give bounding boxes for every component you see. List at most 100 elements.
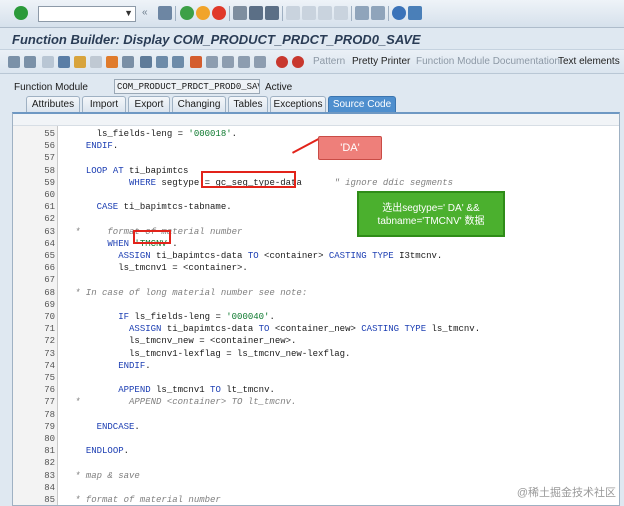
- code-line[interactable]: 59 WHERE segtype = gc_seg_type-data " ig…: [13, 177, 619, 189]
- tab-changing[interactable]: Changing: [172, 96, 226, 112]
- code-text: ls_tmcnv1-lexflag = ls_tmcnv_new-lexflag…: [75, 348, 351, 359]
- pretty-printer-button[interactable]: Pretty Printer: [352, 56, 410, 67]
- code-line[interactable]: 78: [13, 409, 619, 421]
- cancel-icon[interactable]: [212, 6, 226, 20]
- active-inactive-icon[interactable]: [74, 56, 86, 68]
- code-line[interactable]: 73 ls_tmcnv1-lexflag = ls_tmcnv_new-lexf…: [13, 348, 619, 360]
- separator: [282, 6, 283, 21]
- paste-icon[interactable]: [238, 56, 250, 68]
- activate-icon[interactable]: [106, 56, 118, 68]
- code-line[interactable]: 76 APPEND ls_tmcnv1 TO lt_tmcnv.: [13, 384, 619, 396]
- test-icon[interactable]: [122, 56, 134, 68]
- tab-import[interactable]: Import: [82, 96, 126, 112]
- code-line[interactable]: 58 LOOP AT ti_bapimtcs: [13, 165, 619, 177]
- shortcut-icon[interactable]: [371, 6, 385, 20]
- line-number: 60: [44, 190, 55, 200]
- tab-exceptions[interactable]: Exceptions: [270, 96, 326, 112]
- next-page-icon[interactable]: [318, 6, 332, 20]
- code-line[interactable]: 69: [13, 299, 619, 311]
- check-icon[interactable]: [90, 56, 102, 68]
- function-module-field[interactable]: COM_PRODUCT_PRDCT_PROD0_SAVE: [114, 79, 260, 94]
- code-line[interactable]: 66 ls_tmcnv1 = <container>.: [13, 262, 619, 274]
- text-elements-button[interactable]: Text elements: [558, 56, 620, 67]
- highlight-segtype-box: [201, 171, 296, 188]
- separator: [229, 6, 230, 21]
- code-line[interactable]: 71 ASSIGN ti_bapimtcs-data TO <container…: [13, 323, 619, 335]
- session-breakpoint-icon[interactable]: [292, 56, 304, 68]
- code-line[interactable]: 82: [13, 457, 619, 469]
- breakpoint-icon[interactable]: [276, 56, 288, 68]
- code-line[interactable]: 67: [13, 274, 619, 286]
- tab-attributes[interactable]: Attributes: [26, 96, 80, 112]
- where-used-icon[interactable]: [140, 56, 152, 68]
- code-line[interactable]: 81 ENDLOOP.: [13, 445, 619, 457]
- code-line[interactable]: 79 ENDCASE.: [13, 421, 619, 433]
- line-number: 69: [44, 299, 55, 310]
- display-object-list-icon[interactable]: [156, 56, 168, 68]
- note-box: 选出segtype=' DA' && tabname='TMCNV' 数据: [357, 191, 505, 237]
- find-icon[interactable]: [249, 6, 263, 20]
- line-number: 70: [44, 312, 55, 322]
- code-line[interactable]: 80: [13, 433, 619, 445]
- code-line[interactable]: 77 * APPEND <container> TO lt_tmcnv.: [13, 396, 619, 408]
- forward-arrow-icon[interactable]: [24, 56, 36, 68]
- save-icon[interactable]: [158, 6, 172, 20]
- code-line[interactable]: 63 * format of material number: [13, 226, 619, 238]
- code-line[interactable]: 56 ENDIF.: [13, 140, 619, 152]
- line-number: 77: [44, 397, 55, 408]
- new-session-icon[interactable]: [355, 6, 369, 20]
- note-line-2: tabname='TMCNV' 数据: [377, 216, 485, 227]
- undo-icon[interactable]: [254, 56, 266, 68]
- line-number: 72: [44, 336, 55, 347]
- find-next-icon[interactable]: [265, 6, 279, 20]
- fm-documentation-button[interactable]: Function Module Documentation: [416, 56, 560, 67]
- line-number: 65: [44, 251, 55, 261]
- back-double-icon[interactable]: «: [142, 7, 152, 21]
- enter-check-icon[interactable]: [14, 6, 28, 20]
- source-code-editor[interactable]: 55 ls_fields-leng = '000018'. 56 ENDIF. 57…: [12, 112, 620, 506]
- navigation-window-icon[interactable]: [172, 56, 184, 68]
- line-number: 64: [44, 238, 55, 249]
- code-line[interactable]: 74 ENDIF.: [13, 360, 619, 372]
- code-line[interactable]: 72 ls_tmcnv_new = <container_new>.: [13, 335, 619, 347]
- application-toolbar: Pattern Pretty Printer Function Module D…: [0, 50, 624, 74]
- code-line[interactable]: 61 CASE ti_bapimtcs-tabname.: [13, 201, 619, 213]
- enhance-icon[interactable]: [190, 56, 202, 68]
- previous-page-icon[interactable]: [302, 6, 316, 20]
- page-title: Function Builder: Display COM_PRODUCT_PR…: [12, 32, 421, 47]
- code-line[interactable]: 62: [13, 213, 619, 225]
- other-object-icon[interactable]: [42, 56, 54, 68]
- back-icon[interactable]: [180, 6, 194, 20]
- pattern-button[interactable]: Pattern: [313, 56, 345, 67]
- cut-icon[interactable]: [206, 56, 218, 68]
- code-text: ENDLOOP.: [85, 446, 130, 457]
- code-line[interactable]: 64 WHEN 'TMCNV'.: [13, 238, 619, 250]
- code-line[interactable]: 75: [13, 372, 619, 384]
- chevron-down-icon[interactable]: ▼: [124, 8, 133, 18]
- line-number: 74: [44, 360, 55, 371]
- code-line[interactable]: 57: [13, 152, 619, 164]
- command-field[interactable]: ▼: [38, 6, 136, 22]
- tab-export[interactable]: Export: [128, 96, 170, 112]
- customize-layout-icon[interactable]: [408, 6, 422, 20]
- code-text: * format of material number: [75, 495, 221, 505]
- tab-tables[interactable]: Tables: [228, 96, 268, 112]
- code-line[interactable]: 60: [13, 189, 619, 201]
- back-arrow-icon[interactable]: [8, 56, 20, 68]
- help-icon[interactable]: [392, 6, 406, 20]
- code-line[interactable]: 70 IF ls_fields-leng = '000040'.: [13, 311, 619, 323]
- line-number: 73: [44, 348, 55, 359]
- code-line[interactable]: 83 * map & save: [13, 470, 619, 482]
- exit-icon[interactable]: [196, 6, 210, 20]
- display-change-icon[interactable]: [58, 56, 70, 68]
- line-number: 82: [44, 458, 55, 469]
- code-line[interactable]: 68 * In case of long material number see …: [13, 287, 619, 299]
- first-page-icon[interactable]: [286, 6, 300, 20]
- editor-header-strip: [13, 114, 619, 126]
- code-text: CASE ti_bapimtcs-tabname.: [96, 202, 232, 213]
- copy-icon[interactable]: [222, 56, 234, 68]
- code-line[interactable]: 65 ASSIGN ti_bapimtcs-data TO <container…: [13, 250, 619, 262]
- last-page-icon[interactable]: [334, 6, 348, 20]
- tab-source-code[interactable]: Source Code: [328, 96, 396, 112]
- print-icon[interactable]: [233, 6, 247, 20]
